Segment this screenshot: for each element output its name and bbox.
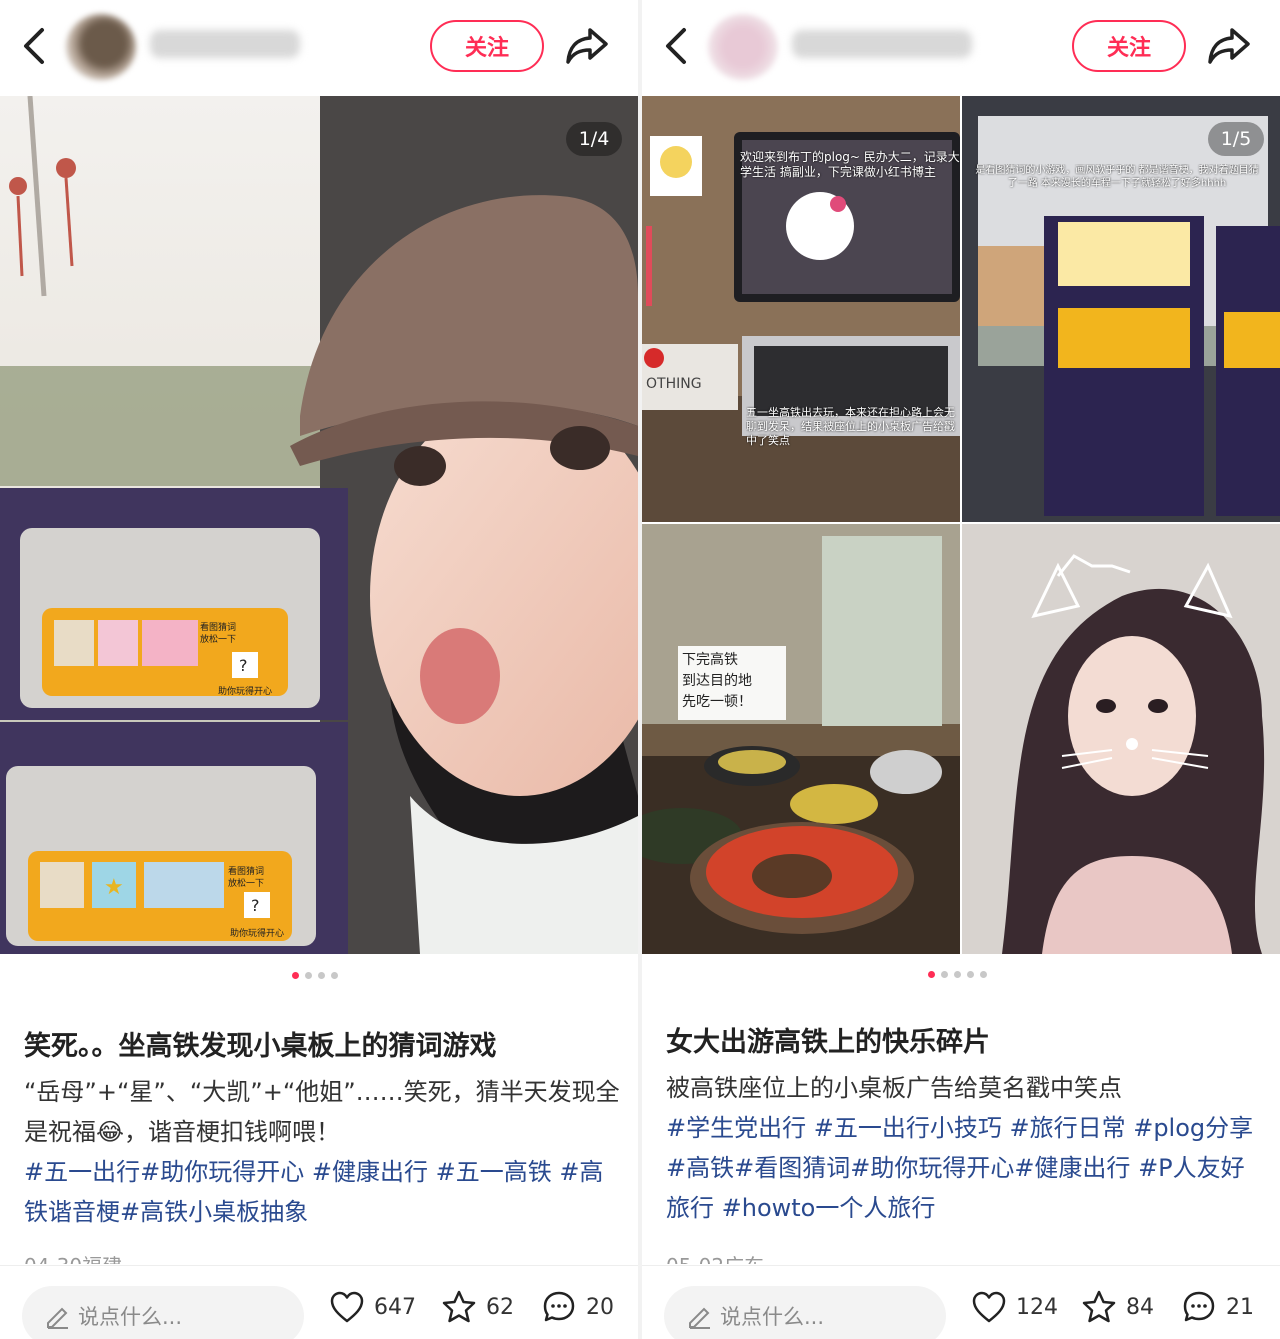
carousel-dot[interactable] <box>318 972 325 979</box>
comment-input[interactable]: 说点什么... <box>664 1286 946 1339</box>
photo-collage: 看图猜词 放松一下 ? 助你玩得开心 ★ 看图猜词 放松一下 ? 助你玩得开心 <box>0 96 638 954</box>
post-panel-left: ███ ████ 关注 <box>0 0 638 1339</box>
poster-b-q: ? <box>251 896 260 915</box>
carousel-dot[interactable] <box>292 972 299 979</box>
post-title: 笑死。。坐高铁发现小桌板上的猜词游戏 <box>24 1031 497 1062</box>
heart-icon <box>972 1291 1006 1323</box>
follow-button[interactable]: 关注 <box>1072 20 1186 72</box>
carousel-dot[interactable] <box>980 971 987 978</box>
like-count: 647 <box>374 1294 416 1320</box>
comment-placeholder: 说点什么... <box>78 1305 183 1329</box>
carousel-dot[interactable] <box>967 971 974 978</box>
carousel-dot[interactable] <box>954 971 961 978</box>
bottom-action-bar: 说点什么... 124 84 21 <box>642 1266 1280 1339</box>
carousel-dots <box>928 971 987 978</box>
carousel-dot[interactable] <box>305 972 312 979</box>
post-header: ███ ███████ 关注 <box>642 0 1280 94</box>
carousel-dot[interactable] <box>941 971 948 978</box>
book-text: OTHING <box>646 376 702 392</box>
photo-collage: OTHING 欢迎来到布丁的plog~ 民办大二，记录大学生活 搞副业，下完课做… <box>642 96 1280 954</box>
svg-text:★: ★ <box>104 875 124 900</box>
like-button[interactable]: 647 <box>328 1288 416 1326</box>
pencil-icon <box>47 1307 68 1329</box>
username[interactable]: ███ ███████ <box>792 30 972 58</box>
like-count: 124 <box>1016 1294 1058 1320</box>
like-button[interactable]: 124 <box>970 1288 1058 1326</box>
comment-count: 21 <box>1226 1294 1254 1320</box>
comment-input[interactable]: 说点什么... <box>22 1286 304 1339</box>
poster-a-title-2: 放松一下 <box>200 633 236 645</box>
share-icon[interactable] <box>1204 22 1254 70</box>
bottom-action-bar: 说点什么... 647 62 20 <box>0 1266 638 1339</box>
comment-button[interactable]: 21 <box>1180 1288 1254 1326</box>
star-count: 84 <box>1126 1294 1154 1320</box>
carousel-dot[interactable] <box>331 972 338 979</box>
food-caption: 下完高铁 到达目的地 先吃一顿！ <box>682 652 752 710</box>
photo-carousel[interactable]: OTHING 欢迎来到布丁的plog~ 民办大二，记录大学生活 搞副业，下完课做… <box>642 96 1280 954</box>
carousel-dot[interactable] <box>928 971 935 978</box>
post-description: “岳母”+“星”、“大凯”+“他姐”……笑死，猜半天发现全是祝福😂，谐音梗扣钱啊… <box>24 1078 620 1146</box>
avatar[interactable] <box>708 14 778 80</box>
image-counter: 1/5 <box>1208 122 1264 156</box>
star-icon <box>1082 1290 1116 1323</box>
post-header: ███ ████ 关注 <box>0 0 638 94</box>
comment-button[interactable]: 20 <box>540 1288 614 1326</box>
post-panel-right: ███ ███████ 关注 OTHING 欢迎来到布丁的plog~ 民办大二，… <box>642 0 1280 1339</box>
poster-a-footer: 助你玩得开心 <box>218 685 272 697</box>
star-icon <box>442 1290 476 1323</box>
carousel-dots <box>292 972 338 979</box>
poster-a-q: ? <box>239 656 248 675</box>
collect-button[interactable]: 84 <box>1080 1288 1154 1326</box>
post-date: 04-30福建 <box>24 1252 122 1264</box>
username[interactable]: ███ ████ <box>150 30 300 58</box>
comment-bubble-icon <box>543 1291 575 1322</box>
post-tags[interactable]: #五一出行#助你玩得开心 #健康出行 #五一高铁 #高铁谐音梗#高铁小桌板抽象 <box>24 1152 624 1232</box>
poster-b-title: 看图猜词 <box>228 865 264 877</box>
post-date: 05-02广东 <box>666 1252 764 1264</box>
post-description: 被高铁座位上的小桌板广告给莫名戳中笑点 <box>666 1074 1122 1102</box>
star-count: 62 <box>486 1294 514 1320</box>
share-icon[interactable] <box>562 22 612 70</box>
image-counter: 1/4 <box>566 122 622 156</box>
avatar[interactable] <box>66 14 136 80</box>
poster-a-title: 看图猜词 <box>200 621 236 633</box>
post-tags[interactable]: #学生党出行 #五一出行小技巧 #旅行日常 #plog分享#高铁#看图猜词#助你… <box>666 1108 1266 1228</box>
desk-caption: 五一坐高铁出去玩，本来还在担心路上会无聊到发呆，结果被座位上的小桌板广告给戳中了… <box>746 406 955 447</box>
train-caption: 是看图猜词的小游戏，画风软乎乎的 都是谐音梗，我对着题目猜了一路 本来漫长的车程… <box>975 165 1259 189</box>
poster-b-footer: 助你玩得开心 <box>230 927 284 939</box>
comment-bubble-icon <box>1183 1291 1215 1322</box>
poster-b-title-2: 放松一下 <box>228 877 264 889</box>
laptop-caption: 欢迎来到布丁的plog~ 民办大二，记录大学生活 搞副业，下完课做小红书博主 <box>740 150 960 179</box>
post-title: 女大出游高铁上的快乐碎片 <box>666 1027 990 1058</box>
heart-icon <box>330 1291 364 1323</box>
pencil-icon <box>689 1307 710 1329</box>
photo-carousel[interactable]: 看图猜词 放松一下 ? 助你玩得开心 ★ 看图猜词 放松一下 ? 助你玩得开心 … <box>0 96 638 954</box>
comment-placeholder: 说点什么... <box>720 1305 825 1329</box>
comment-count: 20 <box>586 1294 614 1320</box>
back-arrow-icon[interactable] <box>656 22 696 70</box>
collect-button[interactable]: 62 <box>440 1288 514 1326</box>
follow-button[interactable]: 关注 <box>430 20 544 72</box>
back-arrow-icon[interactable] <box>14 22 54 70</box>
